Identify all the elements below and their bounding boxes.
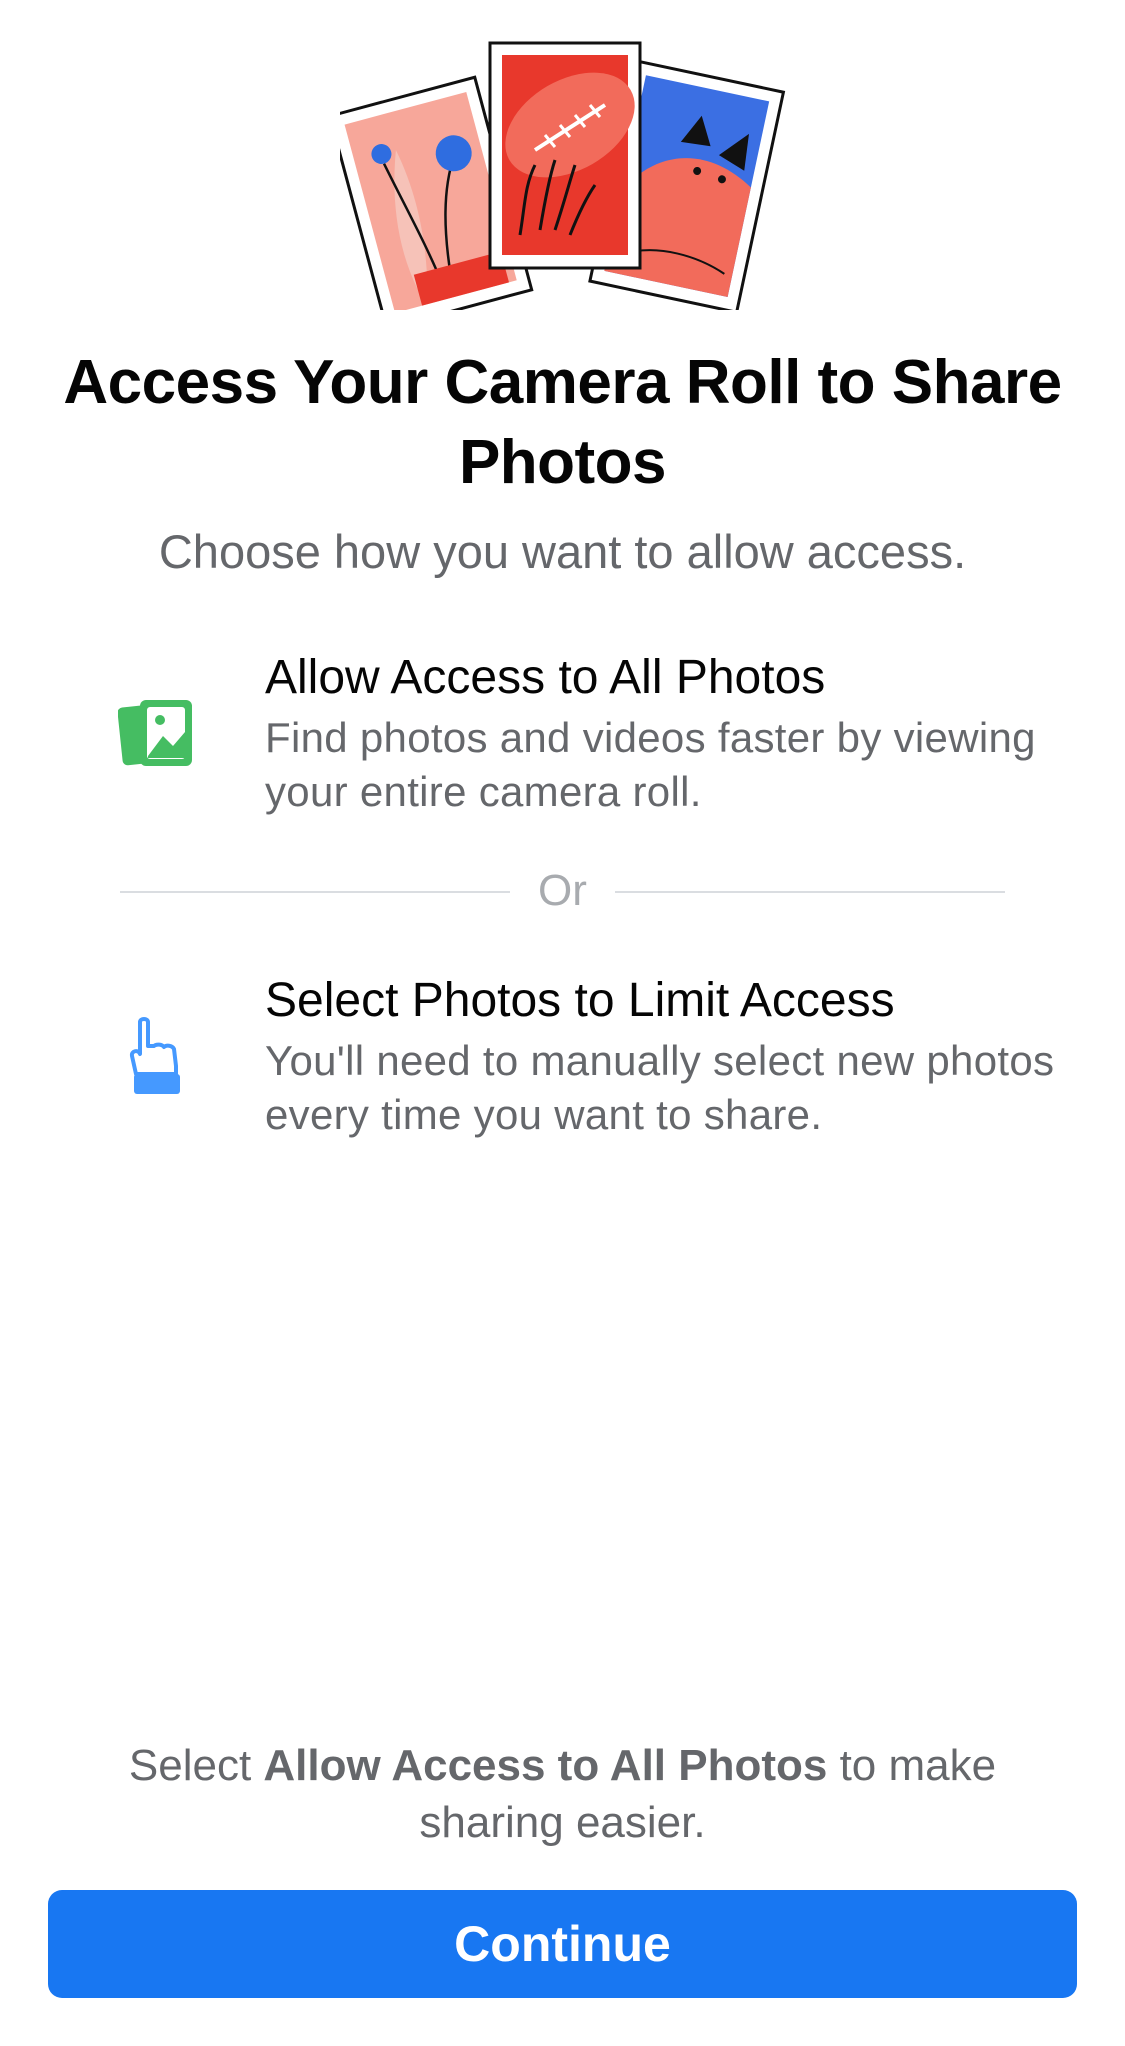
pointing-hand-icon: [129, 1017, 180, 1094]
page-title: Access Your Camera Roll to Share Photos: [63, 348, 1062, 497]
footer-note-bold: Allow Access to All Photos: [263, 1741, 828, 1790]
select-photos-description: You'll need to manually select new photo…: [265, 1037, 1055, 1138]
photos-icon: [118, 700, 192, 766]
football-card: [488, 41, 642, 270]
allow-all-photos-option[interactable]: Allow Access to All Photos Find photos a…: [0, 648, 1125, 818]
select-photos-title: Select Photos to Limit Access: [265, 974, 895, 1027]
or-divider: Or: [120, 866, 1005, 916]
allow-all-photos-title: Allow Access to All Photos: [265, 651, 826, 704]
allow-all-photos-description: Find photos and videos faster by viewing…: [265, 714, 1036, 815]
continue-button[interactable]: Continue: [48, 1890, 1077, 1998]
footer-note: Select Allow Access to All Photos to mak…: [60, 1737, 1065, 1851]
page-subtitle: Choose how you want to allow access.: [158, 525, 967, 578]
select-photos-option[interactable]: Select Photos to Limit Access You'll nee…: [0, 971, 1125, 1141]
divider-line-right: [615, 891, 1005, 893]
photo-cards-illustration: [340, 41, 786, 310]
footer-note-prefix: Select: [128, 1741, 264, 1790]
